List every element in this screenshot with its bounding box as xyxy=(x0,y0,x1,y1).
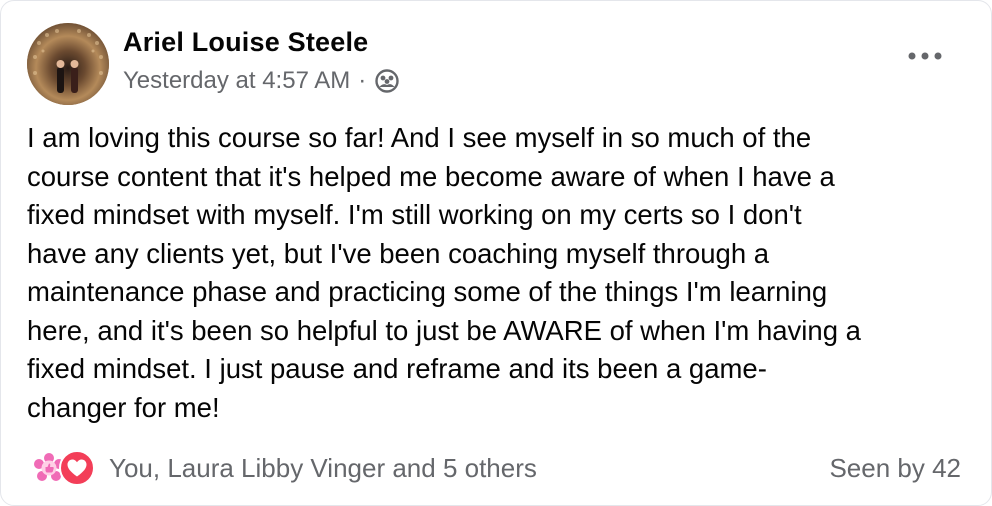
meta-separator: · xyxy=(358,67,367,94)
post-footer: You, Laura Libby Vinger and 5 others See… xyxy=(31,447,961,489)
reactions-summary[interactable]: You, Laura Libby Vinger and 5 others xyxy=(109,453,537,484)
post-card: Ariel Louise Steele Yesterday at 4:57 AM… xyxy=(0,0,992,506)
reaction-icons[interactable] xyxy=(31,450,95,486)
seen-by-count[interactable]: Seen by 42 xyxy=(829,453,961,484)
love-reaction-icon xyxy=(59,450,95,486)
post-meta: Yesterday at 4:57 AM · xyxy=(123,67,400,95)
group-icon[interactable] xyxy=(374,68,400,94)
more-options-icon[interactable] xyxy=(905,41,945,71)
post-timestamp[interactable]: Yesterday at 4:57 AM xyxy=(123,67,350,95)
author-avatar[interactable] xyxy=(27,23,109,105)
post-body: I am loving this course so far! And I se… xyxy=(27,122,861,423)
author-name[interactable]: Ariel Louise Steele xyxy=(123,27,368,58)
